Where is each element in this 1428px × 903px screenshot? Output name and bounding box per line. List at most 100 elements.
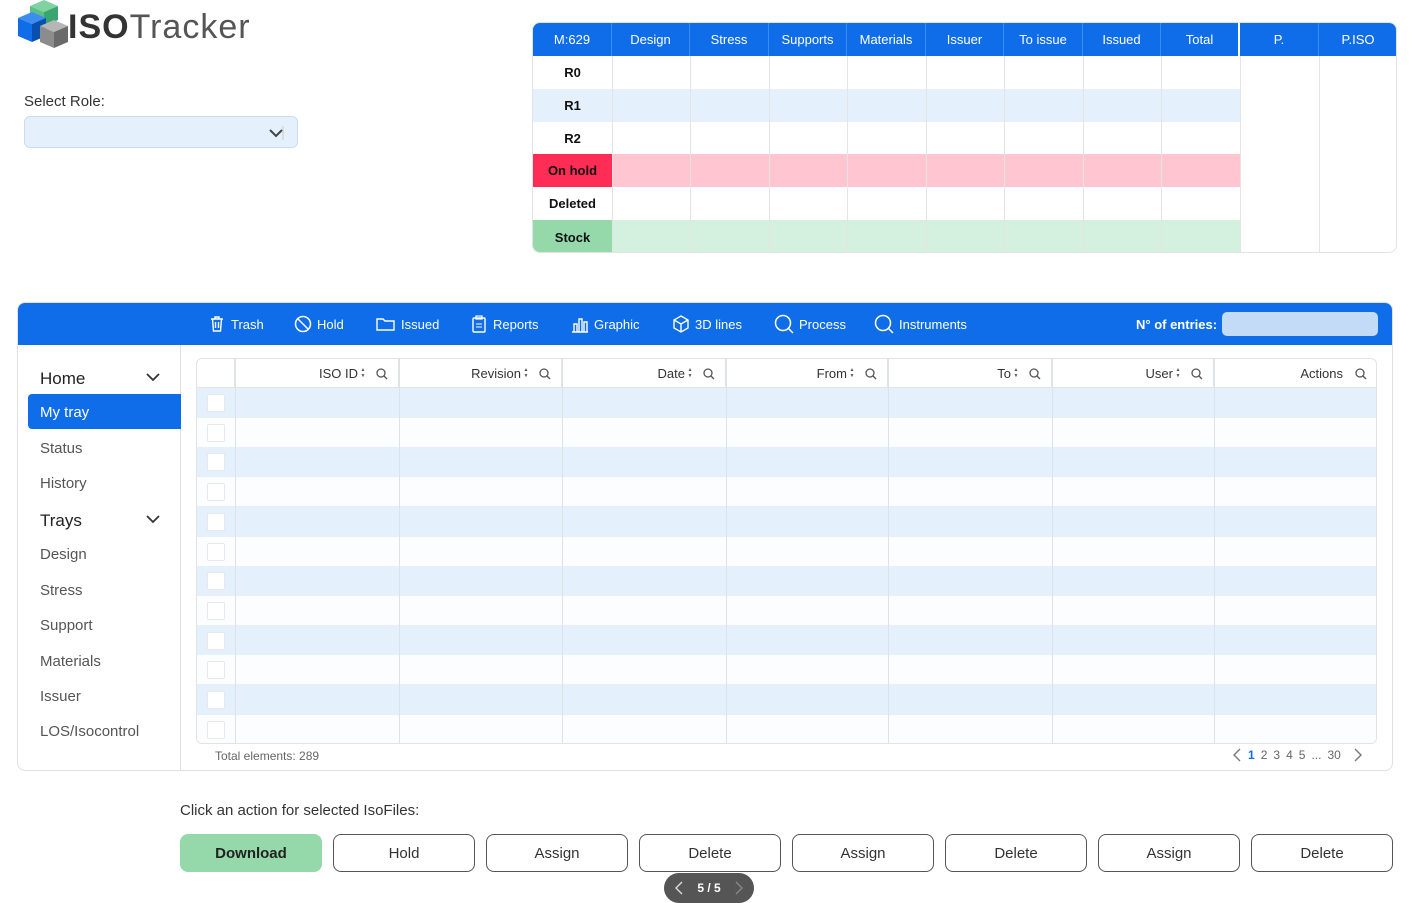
row-checkbox[interactable] [207, 423, 225, 442]
sort-icon[interactable]: ▲▼ [849, 367, 855, 379]
summary-row-label: Stock [533, 220, 612, 252]
sidebar-trays[interactable]: Trays [40, 511, 82, 531]
row-checkbox[interactable] [207, 601, 225, 620]
table-row[interactable] [197, 536, 1376, 567]
table-row[interactable] [197, 447, 1376, 478]
sidebar-item-materials[interactable]: Materials [40, 653, 101, 670]
sidebar-item-support[interactable]: Support [40, 617, 93, 634]
sidebar-item-history[interactable]: History [40, 475, 87, 492]
search-icon[interactable] [376, 368, 388, 380]
toolbar-reports[interactable]: Reports [470, 303, 539, 345]
row-checkbox[interactable] [207, 631, 225, 650]
row-checkbox[interactable] [207, 394, 225, 412]
sort-icon[interactable]: ▲▼ [523, 367, 529, 379]
summary-header-cell: To issue [1004, 23, 1083, 56]
toolbar-trash[interactable]: Trash [208, 303, 264, 345]
download-button[interactable]: Download [180, 834, 322, 872]
toolbar-hold[interactable]: Hold [294, 303, 344, 345]
summary-row: Deleted [533, 187, 1241, 220]
row-checkbox[interactable] [207, 691, 225, 709]
summary-header-cell: Design [612, 23, 690, 56]
sidebar-item-design[interactable]: Design [40, 546, 87, 563]
page-number[interactable]: 4 [1286, 748, 1293, 762]
row-checkbox[interactable] [207, 720, 225, 739]
grid-header-cell[interactable]: User ▲▼ [1052, 359, 1214, 388]
search-icon[interactable] [1191, 368, 1203, 380]
chevron-down-icon[interactable] [145, 369, 161, 385]
sort-icon[interactable]: ▲▼ [1013, 367, 1019, 379]
table-row[interactable] [197, 714, 1376, 743]
toolbar-issued[interactable]: Issued [376, 303, 439, 345]
page-number[interactable]: 5 [1299, 748, 1306, 762]
toolbar-process[interactable]: Process [774, 303, 846, 345]
role-select[interactable] [24, 116, 298, 148]
sort-icon[interactable]: ▲▼ [360, 367, 366, 379]
page-number[interactable]: 2 [1261, 748, 1268, 762]
entries-input[interactable] [1222, 312, 1378, 336]
toolbar-hold-label: Hold [317, 316, 344, 332]
row-checkbox[interactable] [207, 483, 225, 502]
sort-icon[interactable]: ▲▼ [687, 367, 693, 379]
table-row[interactable] [197, 625, 1376, 656]
sidebar-item-stress[interactable]: Stress [40, 582, 83, 599]
chevron-left-icon[interactable] [1232, 748, 1242, 762]
chevron-right-icon[interactable] [734, 881, 744, 895]
grid-header-label: Revision [471, 365, 521, 381]
delete-button[interactable]: Delete [639, 834, 781, 872]
folder-icon [376, 318, 395, 331]
search-icon[interactable] [1355, 368, 1367, 380]
grid-header-cell[interactable]: ISO ID ▲▼ [235, 359, 399, 388]
assign-button[interactable]: Assign [1098, 834, 1240, 872]
main-panel: Trash Hold Issued Reports Graphic 3D lin… [17, 302, 1393, 771]
sidebar-item-los-isocontrol[interactable]: LOS/Isocontrol [40, 723, 139, 740]
table-row[interactable] [197, 655, 1376, 686]
assign-button[interactable]: Assign [486, 834, 628, 872]
page-number[interactable]: 3 [1273, 748, 1280, 762]
delete-button[interactable]: Delete [1251, 834, 1393, 872]
summary-row-label: R0 [533, 56, 612, 89]
table-row[interactable] [197, 388, 1376, 418]
assign-button[interactable]: Assign [792, 834, 934, 872]
row-checkbox[interactable] [207, 572, 225, 591]
table-row[interactable] [197, 506, 1376, 537]
chevron-left-icon[interactable] [674, 881, 684, 895]
summary-header-cell: Materials [847, 23, 926, 56]
search-icon[interactable] [865, 368, 877, 380]
search-icon[interactable] [1029, 368, 1041, 380]
table-row[interactable] [197, 595, 1376, 626]
row-checkbox[interactable] [207, 512, 225, 531]
page-number[interactable]: 1 [1248, 748, 1255, 762]
page-indicator-text: 5 / 5 [697, 881, 721, 895]
table-row[interactable] [197, 685, 1376, 715]
sidebar-item-status[interactable]: Status [40, 440, 83, 457]
search-icon[interactable] [703, 368, 715, 380]
row-checkbox[interactable] [207, 453, 225, 472]
sort-icon[interactable]: ▲▼ [1175, 367, 1181, 379]
summary-header-cell: Issued [1083, 23, 1161, 56]
page-number[interactable]: 30 [1327, 748, 1340, 762]
grid-header-cell[interactable]: Date ▲▼ [562, 359, 726, 388]
toolbar-graphic[interactable]: Graphic [571, 303, 640, 345]
row-checkbox[interactable] [207, 661, 225, 680]
toolbar-3d-lines[interactable]: 3D lines [672, 303, 742, 345]
sidebar-item-my-tray[interactable]: My tray [40, 404, 89, 421]
search-icon[interactable] [539, 368, 551, 380]
search-icon [874, 314, 894, 334]
table-row[interactable] [197, 417, 1376, 448]
chevron-right-icon[interactable] [1353, 748, 1363, 762]
table-row[interactable] [197, 477, 1376, 508]
grid-header-cell[interactable]: Revision ▲▼ [399, 359, 562, 388]
search-icon [774, 314, 794, 334]
logo-text-light: Tracker [129, 8, 251, 46]
toolbar-instruments[interactable]: Instruments [874, 303, 967, 345]
hold-button[interactable]: Hold [333, 834, 475, 872]
sidebar-home[interactable]: Home [40, 369, 85, 389]
grid-header-cell[interactable]: To ▲▼ [888, 359, 1052, 388]
delete-button[interactable]: Delete [945, 834, 1087, 872]
sidebar-item-issuer[interactable]: Issuer [40, 688, 81, 705]
grid-header-cell[interactable]: Actions [1214, 359, 1376, 388]
grid-header-cell[interactable]: From ▲▼ [726, 359, 888, 388]
row-checkbox[interactable] [207, 542, 225, 561]
chevron-down-icon[interactable] [145, 511, 161, 527]
table-row[interactable] [197, 566, 1376, 597]
